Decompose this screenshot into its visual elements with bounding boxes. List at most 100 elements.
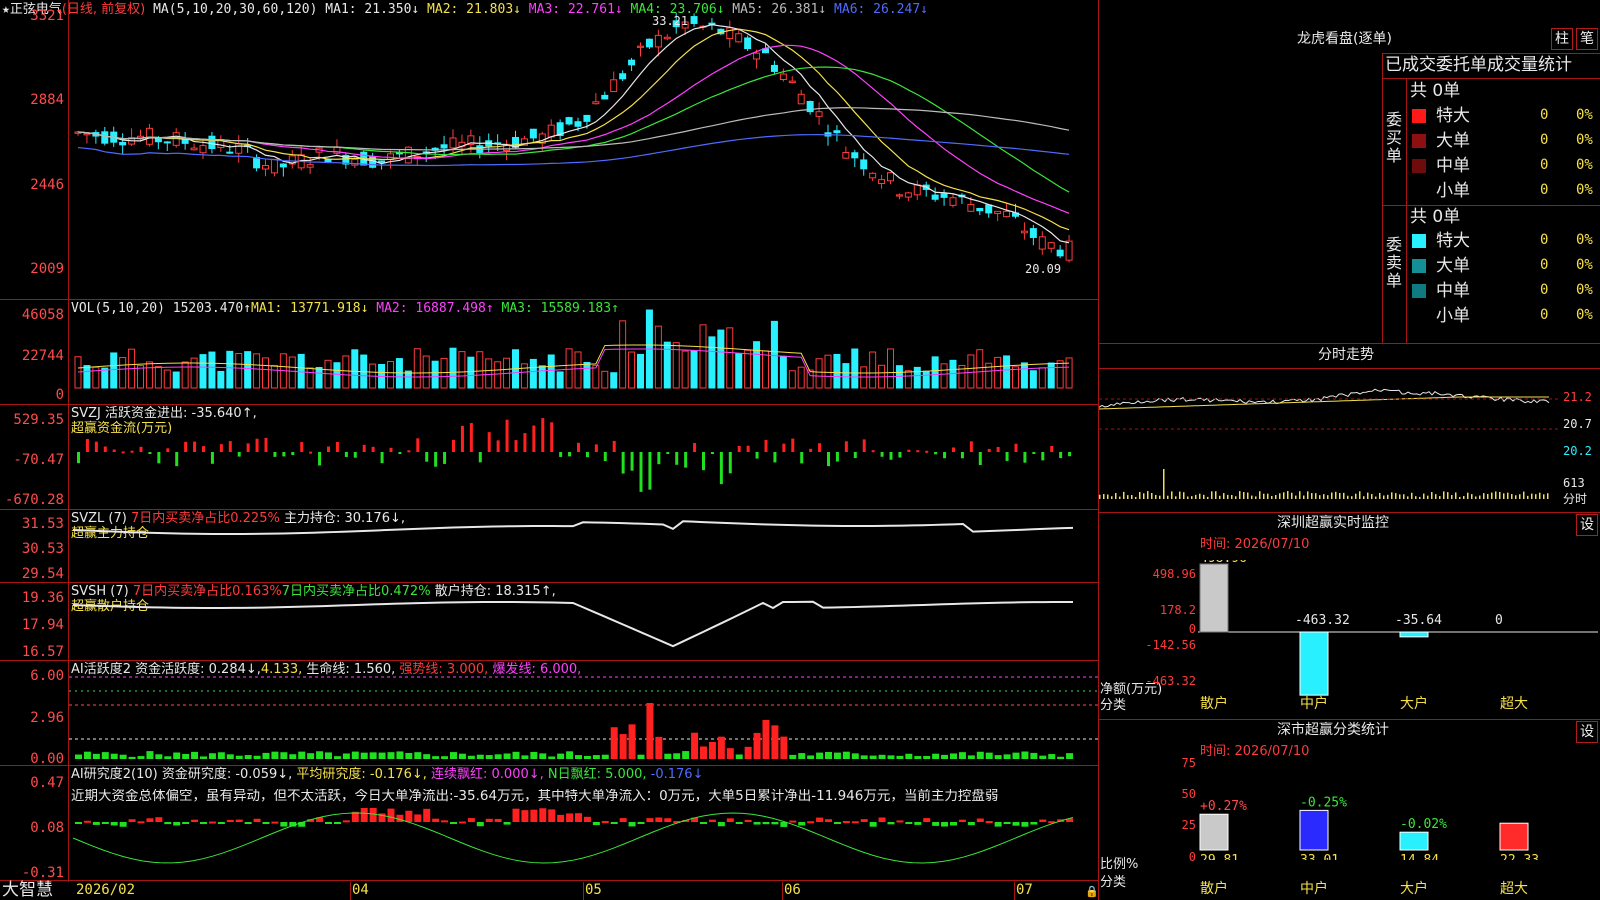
candle <box>895 194 903 197</box>
volume-bar <box>556 371 564 389</box>
intraday-vol <box>1195 494 1197 499</box>
candle <box>976 207 984 212</box>
activity-bar <box>566 751 574 759</box>
order-type-label: 特大 <box>1436 231 1470 251</box>
intraday-vol <box>1255 496 1257 499</box>
lock-icon[interactable]: 🔒 <box>1085 884 1099 899</box>
intraday-vol <box>1279 493 1281 499</box>
volume-chart[interactable] <box>69 300 1098 404</box>
flow-bar <box>300 442 304 452</box>
cls-bar-chart[interactable]: 29.81 33.01 14.84 22.33 +0.27% -0.25% -0.02% <box>1198 760 1598 860</box>
order-pct: 0% <box>1576 257 1593 273</box>
svsh-chart[interactable] <box>69 583 1098 660</box>
flow-bar <box>318 452 322 466</box>
research-bar <box>735 822 743 824</box>
category-label: 散户 <box>1200 696 1228 712</box>
activity-bar <box>610 727 618 759</box>
research-bar <box>941 822 949 827</box>
sz-bar-chart[interactable]: 498.96 -463.32 -35.64 0 <box>1198 560 1598 696</box>
bar-value: 498.96 <box>1200 560 1247 566</box>
intraday-vol <box>1215 491 1217 499</box>
intraday-vol <box>1119 496 1121 499</box>
cls-settings-button[interactable]: 设 <box>1576 721 1598 743</box>
activity-bar <box>619 734 627 759</box>
volume-bar <box>1065 357 1073 389</box>
activity-bar <box>253 755 261 759</box>
research-bar <box>271 821 279 824</box>
flow-bar <box>452 439 455 452</box>
intraday-tick: 21.2 <box>1563 390 1592 404</box>
intraday-vol <box>1295 495 1297 499</box>
order-count: 0 <box>1540 307 1549 323</box>
volume-bar <box>583 361 591 389</box>
research-bar <box>548 809 556 822</box>
cls-ytick: 25 <box>1181 818 1196 832</box>
volume-bar <box>315 366 323 389</box>
flow-bar <box>309 451 313 454</box>
volume-bar <box>851 348 859 389</box>
flow-bar <box>693 443 697 452</box>
ai1-chart[interactable] <box>69 661 1098 765</box>
order-type-label: 大单 <box>1436 131 1470 151</box>
activity-bar <box>155 754 163 759</box>
candle <box>726 27 734 40</box>
intraday-vol <box>1159 495 1161 499</box>
volume-bar <box>1020 362 1028 389</box>
research-bar <box>450 822 457 824</box>
candle <box>815 111 823 117</box>
research-bar <box>387 808 395 822</box>
intraday-vol <box>1339 492 1341 499</box>
cls-title: 深市超赢分类统计 <box>1277 722 1389 738</box>
candlestick-chart[interactable] <box>69 0 1098 299</box>
x-divider <box>782 882 783 900</box>
volume-bar <box>913 366 921 389</box>
x-label: 04 <box>352 882 369 898</box>
volume-bar <box>824 354 832 389</box>
ai2-chart[interactable] <box>69 808 1098 880</box>
research-bar <box>101 822 109 824</box>
svzj-chart[interactable] <box>69 405 1098 509</box>
y-tick: 16.57 <box>21 644 64 660</box>
svzl-chart[interactable] <box>69 510 1098 582</box>
volume-bar <box>387 360 394 389</box>
volume-bar <box>476 351 484 389</box>
volume-bar <box>797 366 805 389</box>
candle <box>637 45 644 48</box>
research-bar <box>325 822 332 824</box>
research-bar <box>932 822 940 826</box>
candle <box>1029 228 1037 238</box>
high-price-label: 33.21 <box>652 14 689 28</box>
intraday-vol <box>1343 492 1345 499</box>
legend-swatch <box>1412 134 1426 148</box>
research-bar <box>1039 819 1047 822</box>
intraday-vol <box>1183 492 1185 499</box>
sz-settings-button[interactable]: 设 <box>1576 514 1598 536</box>
intraday-chart[interactable] <box>1099 369 1559 511</box>
activity-bar <box>869 755 877 759</box>
tick-mode-button[interactable]: 笔 <box>1576 28 1598 50</box>
flow-bar <box>389 447 393 452</box>
flow-bar <box>264 437 268 452</box>
activity-bar <box>387 752 395 759</box>
intraday-vol <box>1235 496 1237 499</box>
research-bar <box>423 808 431 822</box>
flow-bar <box>987 448 991 452</box>
activity-bar <box>548 756 556 759</box>
activity-bar <box>700 746 707 759</box>
volume-bar <box>181 361 189 389</box>
activity-bar <box>539 753 547 759</box>
intraday-vol <box>1275 495 1277 499</box>
bar-mode-button[interactable]: 柱 <box>1551 28 1573 50</box>
intraday-vol <box>1523 491 1525 499</box>
volume-bar <box>253 353 261 389</box>
candle <box>592 101 600 105</box>
class-bar <box>1299 809 1329 851</box>
divider <box>1382 78 1600 79</box>
candle <box>1020 230 1028 234</box>
order-count: 0 <box>1540 182 1549 198</box>
research-bar <box>619 818 627 822</box>
brand-logo[interactable]: 大智慧 <box>2 881 53 900</box>
research-bar <box>369 808 377 822</box>
activity-bar <box>369 752 377 759</box>
volume-bar <box>297 353 305 389</box>
